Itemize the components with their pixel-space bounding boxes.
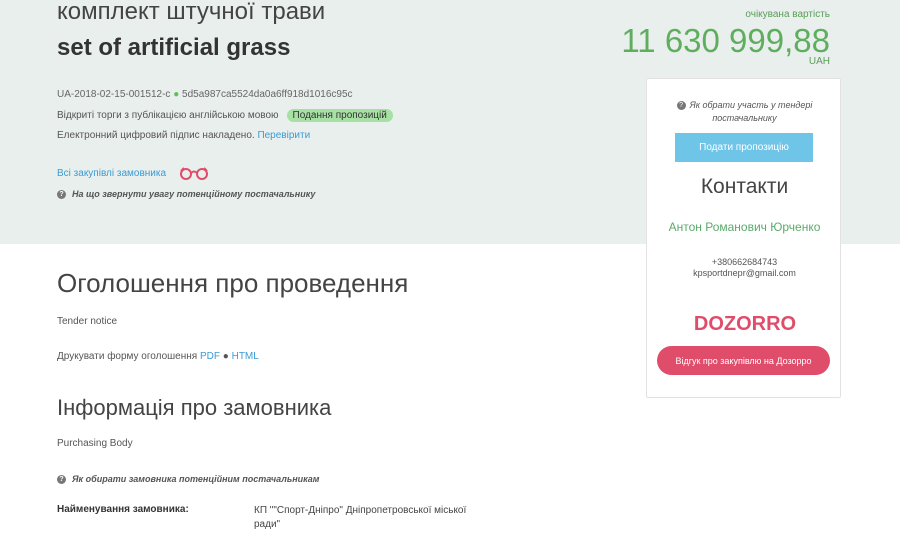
sidebar-card: ? Як обрати участь у тендері постачальник…: [646, 78, 841, 398]
attention-text: На що звернути увагу потенційному постач…: [72, 189, 316, 199]
separator-dot-icon: ●: [173, 89, 180, 100]
verify-signature-link[interactable]: Перевірити: [257, 130, 310, 141]
signature-text: Електронний цифровий підпис накладено.: [57, 130, 255, 141]
dozorro-glasses-icon[interactable]: [178, 166, 210, 180]
print-html-link[interactable]: HTML: [232, 351, 259, 362]
contact-email[interactable]: kpsportdnepr@gmail.com: [647, 268, 842, 278]
tender-id-line: UA-2018-02-15-001512-c ● 5d5a987ca5524da…: [57, 89, 353, 100]
tender-id: UA-2018-02-15-001512-c: [57, 89, 171, 100]
dozorro-logo-icon: DOZORRO: [693, 313, 795, 335]
print-form-line: Друкувати форму оголошення PDF ● HTML: [57, 351, 259, 362]
procedure-line: Відкриті торги з публікацією англійською…: [57, 109, 393, 122]
how-to-participate-text: Як обрати участь у тендері постачальнику: [689, 100, 813, 123]
question-icon: ?: [57, 189, 66, 199]
announcement-subtitle: Tender notice: [57, 316, 118, 327]
all-purchases-row: Всі закупівлі замовника: [57, 166, 210, 180]
submit-proposal-button[interactable]: Подати пропозицію: [675, 133, 813, 162]
dozorro-logo[interactable]: DOZORRO: [647, 311, 842, 340]
question-icon: ?: [57, 474, 66, 484]
contact-name: Антон Романович Юрченко: [668, 220, 821, 234]
customer-name-value: КП ""Спорт-Дніпро" Дніпропетровської міс…: [254, 505, 467, 530]
contact-phone[interactable]: +380662684743: [647, 257, 842, 267]
announcement-heading: Оголошення про проведення: [57, 268, 409, 298]
print-text: Друкувати форму оголошення: [57, 351, 198, 362]
tender-title-en: set of artificial grass: [57, 34, 291, 61]
dozorro-logo-text: DOZORRO: [693, 313, 795, 335]
customer-heading: Інформація про замовника: [57, 395, 332, 420]
price-label: очікувана вартість: [745, 9, 830, 20]
tender-title-ua: комплект штучної трави: [57, 0, 326, 25]
procedure-type: Відкриті торги з публікацією англійською…: [57, 110, 279, 121]
dozorro-feedback-button[interactable]: Відгук про закупівлю на Дозорро: [657, 346, 830, 375]
attention-hint[interactable]: ? На що звернути увагу потенційному пост…: [57, 189, 315, 199]
price-currency: UAH: [808, 56, 830, 67]
price-value: 11 630 999,88: [621, 22, 830, 59]
question-icon: ?: [676, 101, 686, 111]
contacts-title: Контакти: [700, 175, 789, 198]
how-choose-customer-hint[interactable]: ? Як обирати замовника потенційним поста…: [57, 474, 319, 484]
signature-line: Електронний цифровий підпис накладено. П…: [57, 130, 310, 141]
status-badge: Подання пропозицій: [286, 109, 393, 122]
how-choose-customer-text: Як обирати замовника потенційним постача…: [72, 474, 320, 484]
all-purchases-link[interactable]: Всі закупівлі замовника: [57, 168, 166, 179]
customer-name-label: Найменування замовника:: [57, 504, 189, 515]
tender-hash: 5d5a987ca5524da0a6ff918d1016c95c: [182, 89, 353, 100]
print-pdf-link[interactable]: PDF: [200, 351, 220, 362]
separator-dot-icon: ●: [222, 351, 229, 362]
how-to-participate-link[interactable]: ? Як обрати участь у тендері постачальник…: [647, 99, 842, 125]
customer-subtitle: Purchasing Body: [57, 438, 133, 449]
